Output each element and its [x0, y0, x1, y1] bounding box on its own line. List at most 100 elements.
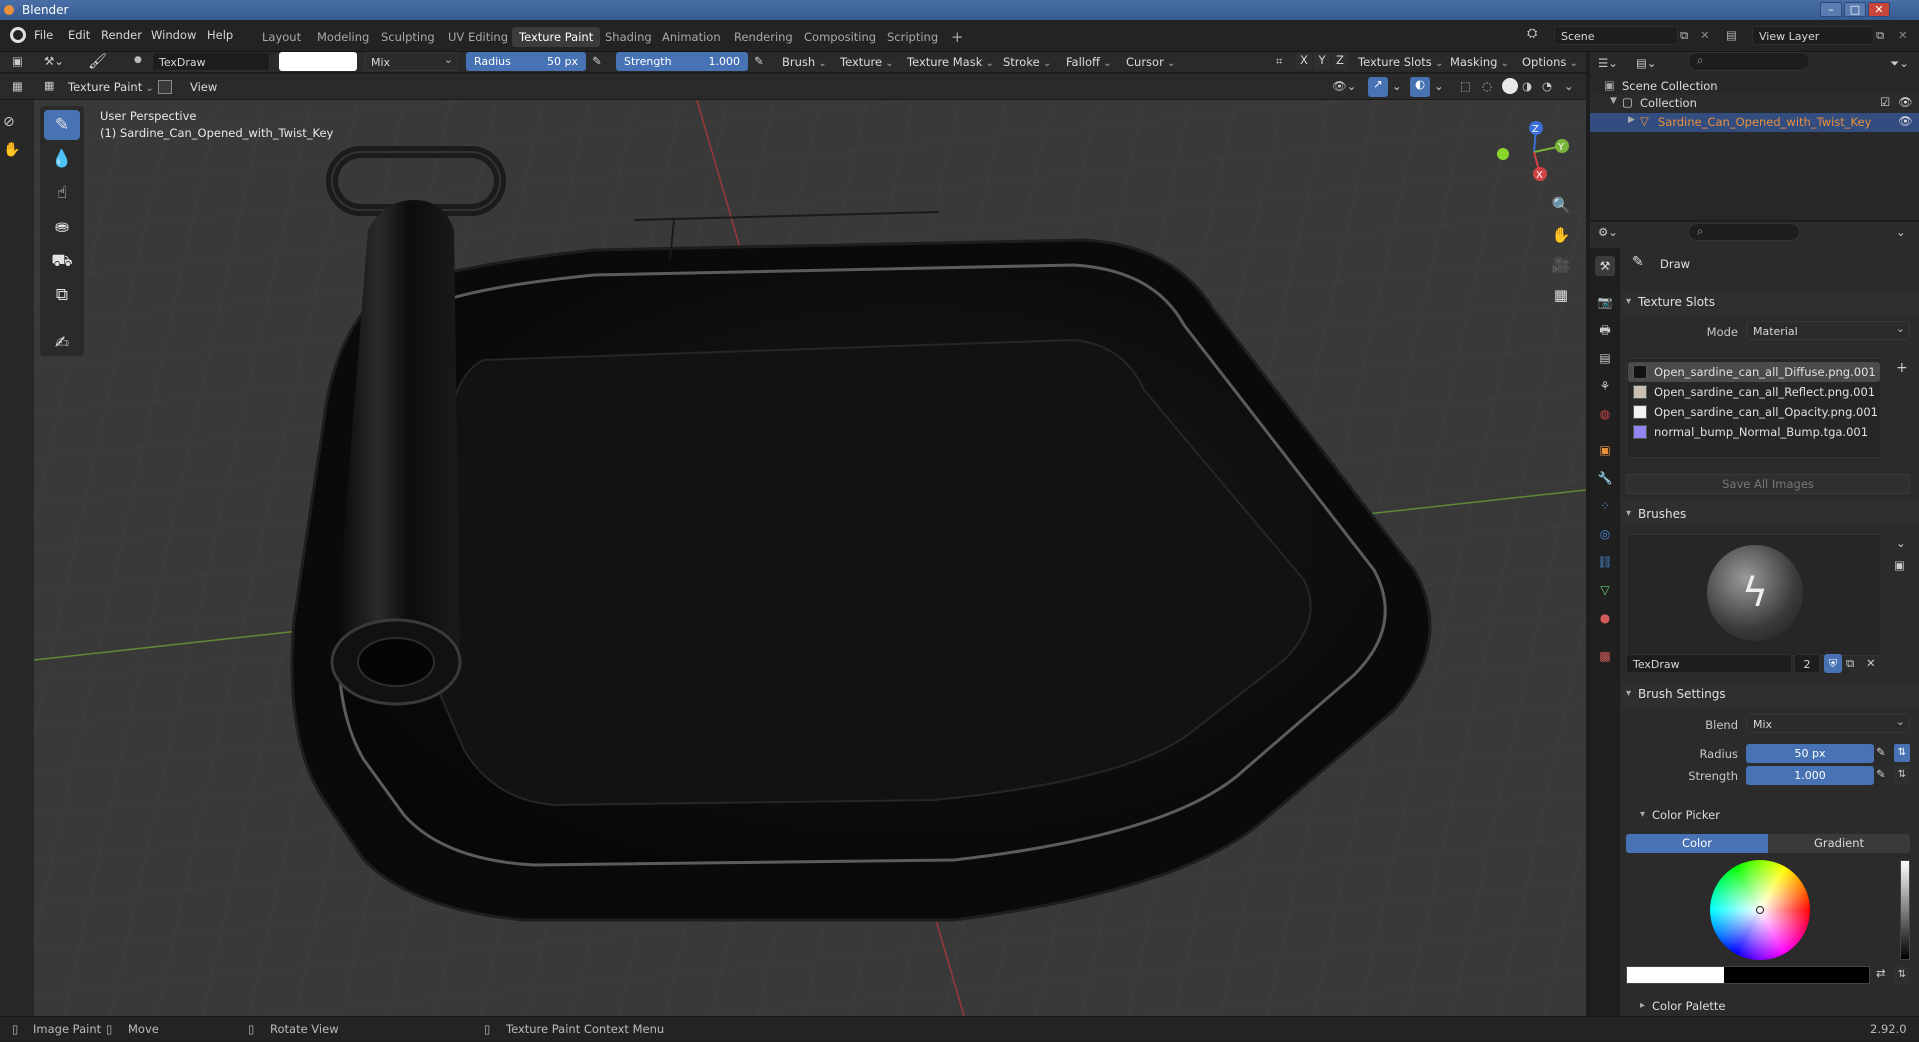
brush-name-field[interactable]: TexDraw — [152, 52, 270, 71]
texture-slots-panel[interactable]: Texture Slots — [1622, 290, 1919, 314]
slot-item[interactable]: normal_bump_Normal_Bump.tga.001 — [1628, 422, 1880, 442]
radius-slider[interactable]: 50 px — [1746, 744, 1874, 763]
material-tab-icon[interactable]: ● — [1595, 608, 1615, 628]
blend-dropdown[interactable]: Mix — [364, 50, 458, 71]
strength-pressure-icon[interactable]: ✎ — [1876, 767, 1886, 781]
tab-texture-paint[interactable]: Texture Paint — [512, 27, 601, 47]
camera-view-icon[interactable]: 🎥 — [1548, 252, 1574, 278]
mask-tool-icon[interactable]: ⧉ — [44, 280, 80, 310]
tab-modeling[interactable]: Modeling — [310, 27, 376, 47]
world-tab-icon[interactable]: ◍ — [1595, 404, 1615, 424]
constraints-tab-icon[interactable]: ⛓ — [1595, 552, 1615, 572]
brush-list-dropdown-icon[interactable]: ⌄ — [1896, 536, 1906, 550]
unified-color-icon[interactable]: ⇅ — [1894, 966, 1910, 984]
slot-item[interactable]: Open_sardine_can_all_Reflect.png.001 — [1628, 382, 1880, 402]
zoom-region-icon[interactable]: ⊘ — [3, 114, 15, 130]
blender-menu-icon[interactable] — [10, 27, 26, 43]
outliner-editor-icon[interactable]: ☰⌄ — [1598, 56, 1618, 70]
unlink-brush-icon[interactable]: ✕ — [1866, 656, 1876, 670]
solid-shading-icon[interactable] — [1502, 78, 1518, 94]
draw-tool-icon[interactable]: ✎ — [44, 110, 80, 140]
editor-type-icon[interactable]: ▦ — [12, 79, 23, 93]
tab-rendering[interactable]: Rendering — [727, 27, 800, 47]
collection-checkbox-icon[interactable]: ☑ — [1880, 95, 1890, 109]
tab-shading[interactable]: Shading — [598, 27, 659, 47]
maximize-icon[interactable]: □ — [1844, 2, 1866, 17]
masking-menu[interactable]: Masking — [1442, 52, 1517, 72]
rendered-shading-icon[interactable]: ◔ — [1542, 79, 1552, 93]
brush-color-swatch[interactable] — [279, 52, 357, 71]
fake-user-shield-icon[interactable]: ⛨ — [1824, 654, 1842, 673]
object-row[interactable]: ▶ ▽ Sardine_Can_Opened_with_Twist_Key 👁 — [1590, 113, 1919, 132]
expand-icon[interactable]: ▶ — [1628, 115, 1635, 125]
brush-users-count[interactable]: 2 — [1794, 654, 1820, 673]
swap-colors-icon[interactable]: ⇄ — [1876, 966, 1886, 980]
color-picker-collapse-icon[interactable]: ▾ — [1640, 809, 1645, 820]
smear-tool-icon[interactable]: ☝ — [44, 178, 80, 208]
strength-unit-icon[interactable]: ⇅ — [1894, 766, 1910, 784]
delete-scene-icon[interactable]: ✕ — [1700, 28, 1710, 42]
scene-icon[interactable]: ⛭ — [1527, 26, 1549, 46]
editor-type-icon[interactable]: ▣ — [12, 54, 23, 68]
annotate-tool-icon[interactable]: ✍ — [44, 328, 80, 358]
color-palette-expand-icon[interactable]: ▸ — [1640, 1000, 1645, 1011]
options-menu[interactable]: Options — [1514, 52, 1586, 72]
mirror-y-toggle[interactable]: Y — [1314, 53, 1330, 70]
navigation-gizmo[interactable]: Z Y X — [1488, 116, 1578, 186]
brush-image-icon[interactable]: ▣ — [1894, 558, 1905, 572]
view-layer-tab-icon[interactable]: ▤ — [1595, 348, 1615, 368]
save-all-images-button[interactable]: Save All Images — [1626, 474, 1910, 494]
view-layer-field[interactable]: View Layer — [1752, 26, 1874, 45]
gizmo-dropdown-icon[interactable]: ⌄ — [1392, 79, 1402, 93]
object-visibility-icon[interactable]: 👁 — [1898, 114, 1913, 128]
minimize-icon[interactable]: – — [1820, 2, 1842, 17]
strength-pressure-icon[interactable]: ✎ — [754, 54, 764, 68]
slot-item[interactable]: Open_sardine_can_all_Diffuse.png.001 — [1628, 362, 1880, 382]
physics-tab-icon[interactable]: ◎ — [1595, 524, 1615, 544]
strength-slider[interactable]: 1.000 — [1746, 766, 1874, 785]
collapse-icon[interactable]: ▼ — [1610, 96, 1617, 106]
pan-view-icon[interactable]: ✋ — [1548, 222, 1574, 248]
color-palette-title[interactable]: Color Palette — [1652, 999, 1726, 1013]
brush-menu[interactable]: Brush — [774, 52, 835, 72]
radius-slider[interactable]: Radius 50 px — [466, 52, 586, 71]
tab-compositing[interactable]: Compositing — [797, 27, 883, 47]
color-wheel[interactable] — [1710, 860, 1810, 960]
data-tab-icon[interactable]: ▽ — [1595, 580, 1615, 600]
perspective-toggle-icon[interactable]: ▦ — [1548, 282, 1574, 308]
delete-view-layer-icon[interactable]: ✕ — [1898, 28, 1908, 42]
texture-menu[interactable]: Texture — [832, 52, 902, 72]
shading-dropdown-icon[interactable]: ⌄ — [1564, 79, 1574, 93]
zoom-view-icon[interactable]: 🔍 — [1548, 192, 1574, 218]
color-swatch-bar[interactable] — [1626, 966, 1870, 984]
radius-pressure-icon[interactable]: ✎ — [1876, 745, 1886, 759]
menu-window[interactable]: Window — [151, 28, 196, 42]
render-tab-icon[interactable]: 📷 — [1595, 292, 1615, 312]
properties-search-input[interactable]: ⌕ — [1688, 223, 1800, 241]
output-tab-icon[interactable]: 🖶 — [1595, 320, 1615, 340]
radius-unit-icon[interactable]: ⇅ — [1894, 744, 1910, 762]
brush-name-field[interactable]: TexDraw — [1626, 654, 1792, 673]
overlay-dropdown-icon[interactable]: ⌄ — [1434, 79, 1444, 93]
tool-tab-icon[interactable]: ⚒ — [1595, 256, 1615, 276]
menu-file[interactable]: File — [34, 28, 53, 42]
menu-render[interactable]: Render — [101, 28, 142, 42]
collection-row[interactable]: ▼ ▢ Collection ☑ 👁 — [1590, 94, 1919, 113]
radius-pressure-icon[interactable]: ✎ — [592, 54, 602, 68]
close-window-icon[interactable]: ✕ — [1868, 2, 1890, 17]
tab-animation[interactable]: Animation — [655, 27, 728, 47]
object-tab-icon[interactable]: ▣ — [1595, 440, 1615, 460]
modifier-tab-icon[interactable]: 🔧 — [1595, 468, 1615, 488]
value-slider[interactable] — [1900, 860, 1910, 960]
add-slot-icon[interactable]: + — [1896, 360, 1908, 376]
gradient-tab[interactable]: Gradient — [1768, 834, 1910, 853]
slot-item[interactable]: Open_sardine_can_all_Opacity.png.001 — [1628, 402, 1880, 422]
filter-icon[interactable]: ⏷⌄ — [1890, 56, 1909, 71]
blend-dropdown[interactable]: Mix — [1746, 712, 1910, 733]
brush-settings-panel[interactable]: Brush Settings — [1622, 682, 1919, 706]
overlay-toggle-icon[interactable]: ◐ — [1410, 77, 1430, 97]
mode-dropdown[interactable]: Texture Paint — [60, 77, 162, 97]
xray-icon[interactable]: ⬚ — [1460, 79, 1471, 93]
menu-edit[interactable]: Edit — [68, 28, 90, 42]
view-menu[interactable]: View — [182, 77, 225, 97]
